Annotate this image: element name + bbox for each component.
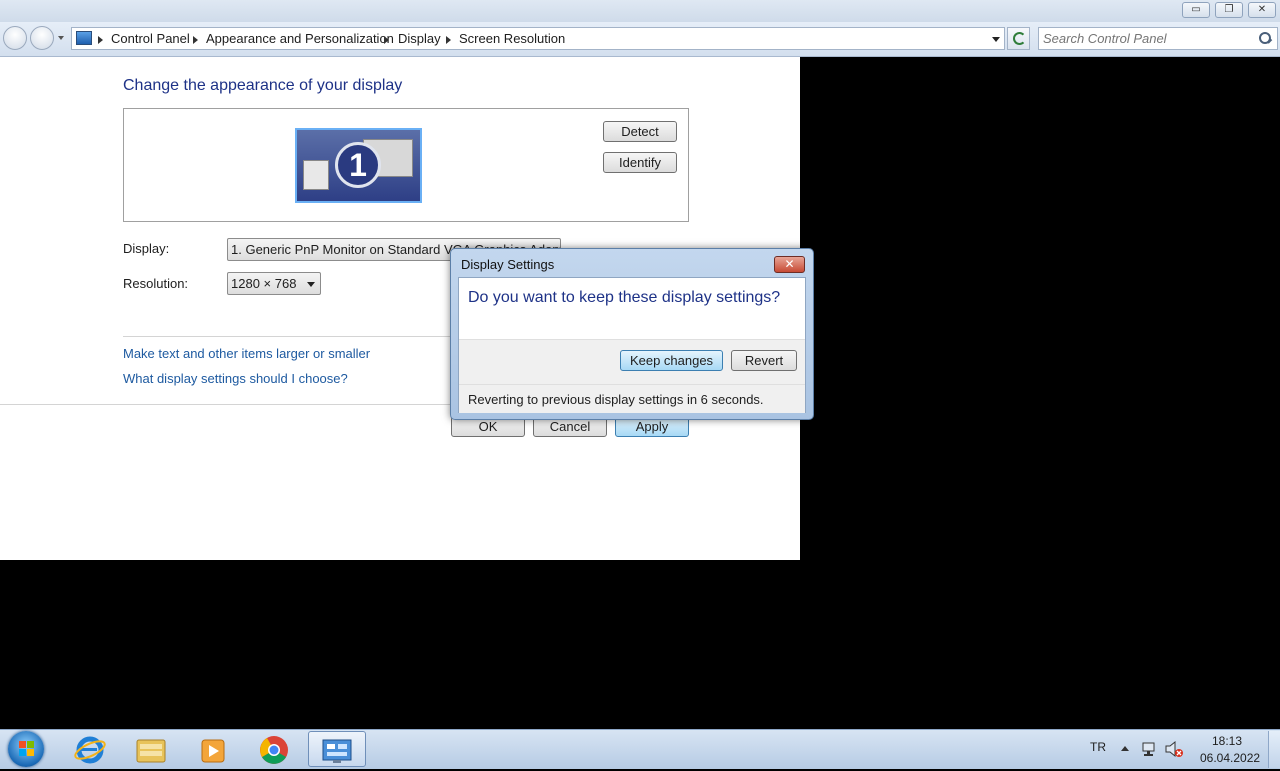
breadcrumb-arrow-icon[interactable] (446, 36, 451, 44)
breadcrumb-arrow-icon[interactable] (193, 36, 198, 44)
breadcrumb-appearance[interactable]: Appearance and Personalization (206, 31, 394, 46)
windows-logo-icon (27, 749, 34, 756)
address-dropdown-icon[interactable] (992, 37, 1000, 42)
text-size-link[interactable]: Make text and other items larger or smal… (123, 346, 370, 361)
display-settings-dialog: Display Settings ✕ Do you want to keep t… (450, 248, 814, 420)
search-box[interactable] (1038, 27, 1278, 50)
restore-button[interactable]: ❐ (1215, 2, 1243, 18)
taskbar-control-panel[interactable] (308, 731, 366, 767)
identify-button[interactable]: Identify (603, 152, 677, 173)
folder-icon (136, 739, 166, 763)
clock-time[interactable]: 18:13 (1212, 734, 1242, 748)
revert-button[interactable]: Revert (731, 350, 797, 371)
minimize-button[interactable]: ▭ (1182, 2, 1210, 18)
search-input[interactable] (1043, 30, 1253, 46)
close-icon: ✕ (1257, 4, 1267, 15)
window-titlebar: ▭ ❐ ✕ (0, 0, 1280, 22)
show-hidden-icons-chevron-icon[interactable] (1121, 746, 1129, 751)
keep-changes-button[interactable]: Keep changes (620, 350, 723, 371)
windows-logo-icon (27, 741, 34, 748)
minimize-icon: ▭ (1191, 4, 1201, 15)
resolution-label: Resolution: (123, 276, 189, 291)
resolution-select-value: 1280 × 768 (231, 276, 297, 291)
display-help-link[interactable]: What display settings should I choose? (123, 371, 348, 386)
taskbar-chrome[interactable] (246, 731, 302, 767)
taskbar: TR 18:13 06.04.2022 (0, 729, 1280, 769)
dialog-question: Do you want to keep these display settin… (468, 289, 781, 306)
back-button[interactable] (3, 26, 27, 50)
breadcrumb-control-panel[interactable]: Control Panel (111, 31, 190, 46)
breadcrumb[interactable]: Control Panel Appearance and Personaliza… (71, 27, 1005, 50)
close-icon: ✕ (784, 257, 795, 271)
internet-explorer-icon (74, 736, 106, 764)
page-title: Change the appearance of your display (123, 77, 403, 94)
control-panel-icon (322, 739, 352, 763)
restore-icon: ❐ (1224, 4, 1234, 15)
taskbar-media-player[interactable] (185, 731, 241, 767)
network-icon[interactable] (1141, 740, 1159, 758)
dialog-body: Do you want to keep these display settin… (458, 277, 806, 413)
input-language-indicator[interactable]: TR (1090, 740, 1106, 754)
dialog-close-button[interactable]: ✕ (774, 256, 805, 273)
address-bar: Control Panel Appearance and Personaliza… (0, 22, 1280, 57)
countdown-message: Reverting to previous display settings i… (468, 392, 764, 407)
recent-pages-chevron-icon[interactable] (58, 36, 64, 40)
monitor-number: 1 (349, 147, 367, 183)
dialog-footer: Reverting to previous display settings i… (459, 384, 805, 413)
media-player-icon (201, 739, 225, 763)
display-label: Display: (123, 241, 170, 256)
monitor-preview-area: 1 Detect Identify (123, 108, 689, 222)
chevron-down-icon (307, 282, 315, 287)
windows-logo-icon (19, 749, 26, 756)
volume-muted-icon[interactable] (1164, 740, 1184, 758)
monitor-1-thumbnail[interactable]: 1 (295, 128, 422, 203)
detect-button[interactable]: Detect (603, 121, 677, 142)
show-desktop-button[interactable] (1268, 731, 1280, 768)
close-window-button[interactable]: ✕ (1248, 2, 1276, 18)
forward-button[interactable] (30, 26, 54, 50)
chrome-icon (260, 736, 288, 764)
taskbar-internet-explorer[interactable] (62, 731, 118, 767)
windows-logo-icon (19, 741, 26, 748)
breadcrumb-arrow-icon[interactable] (98, 36, 103, 44)
breadcrumb-arrow-icon[interactable] (384, 36, 389, 44)
breadcrumb-screen-resolution[interactable]: Screen Resolution (459, 31, 565, 46)
control-panel-icon (76, 31, 92, 45)
taskbar-file-explorer[interactable] (123, 731, 179, 767)
refresh-icon (1013, 32, 1026, 45)
search-icon[interactable] (1259, 32, 1271, 44)
dialog-button-row: Keep changes Revert (459, 339, 805, 385)
refresh-button[interactable] (1007, 27, 1030, 50)
clock-date[interactable]: 06.04.2022 (1200, 751, 1260, 765)
start-button[interactable] (8, 731, 44, 767)
breadcrumb-display[interactable]: Display (398, 31, 441, 46)
resolution-select[interactable]: 1280 × 768 (227, 272, 321, 295)
dialog-title: Display Settings (461, 257, 555, 272)
window-thumbnail-icon (303, 160, 329, 190)
